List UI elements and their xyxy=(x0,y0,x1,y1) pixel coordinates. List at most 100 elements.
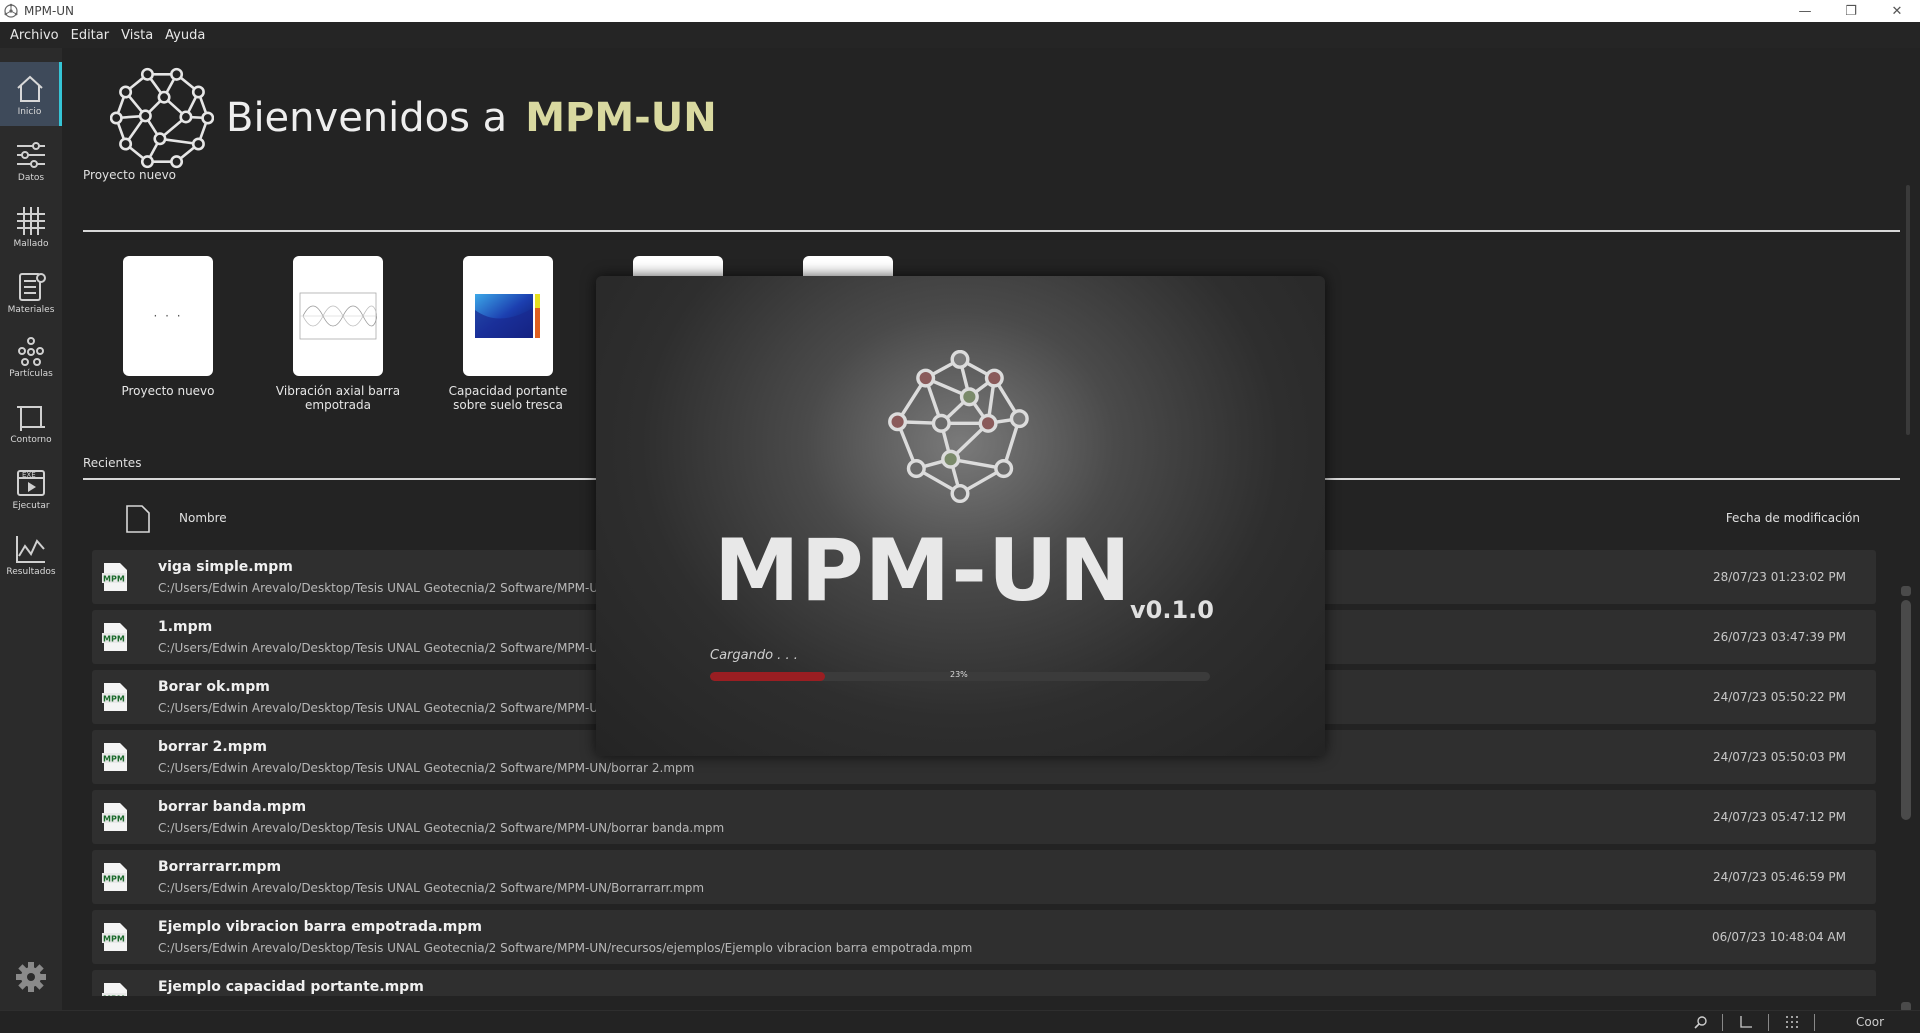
svg-text:MPM: MPM xyxy=(103,935,125,944)
mpm-file-icon: MPM xyxy=(102,743,127,771)
file-date: 24/07/23 05:46:59 PM xyxy=(1712,870,1846,884)
sidebar-item-contorno[interactable]: Contorno xyxy=(0,390,62,454)
menu-archivo[interactable]: Archivo xyxy=(4,28,65,43)
menu-vista[interactable]: Vista xyxy=(115,28,159,43)
file-path: C:/Users/Edwin Arevalo/Desktop/Tesis UNA… xyxy=(158,641,654,655)
file-name: Borar ok.mpm xyxy=(158,679,270,695)
splash-version: v0.1.0 xyxy=(1130,596,1214,624)
sidebar-item-ejecutar[interactable]: EXE Ejecutar xyxy=(0,456,62,520)
file-name: Borrarrarr.mpm xyxy=(158,859,282,875)
column-name[interactable]: Nombre xyxy=(179,511,227,525)
chart-icon xyxy=(16,535,45,563)
section-divider xyxy=(83,230,1900,232)
axes-icon[interactable] xyxy=(1735,1013,1757,1031)
minimize-button[interactable]: — xyxy=(1782,0,1828,22)
sidebar-item-inicio[interactable]: Inicio xyxy=(0,62,62,126)
file-path: C:/Users/Edwin Arevalo/Desktop/Tesis UNA… xyxy=(158,761,695,775)
status-bar: Coor xyxy=(0,1010,1920,1033)
exe-icon: EXE xyxy=(17,469,45,496)
app-logo-icon xyxy=(4,3,18,18)
recent-file-row[interactable]: MPM borrar banda.mpm C:/Users/Edwin Arev… xyxy=(92,790,1876,844)
sidebar-item-label: Contorno xyxy=(10,434,52,445)
template-vibracion-axial[interactable]: Vibración axial barra empotrada xyxy=(276,256,400,412)
brand-name: MPM-UN xyxy=(525,95,717,141)
file-date: 24/07/23 05:47:12 PM xyxy=(1712,810,1846,824)
grid-dots-icon[interactable] xyxy=(1781,1013,1803,1031)
status-separator xyxy=(1814,1014,1815,1031)
page-scrollbar[interactable] xyxy=(1906,185,1910,435)
svg-text:MPM: MPM xyxy=(103,815,125,824)
template-label: Capacidad portante sobre suelo tresca xyxy=(448,384,568,412)
svg-text:MPM: MPM xyxy=(103,995,125,997)
scroll-thumb[interactable] xyxy=(1901,600,1911,820)
loading-text: Cargando . . . xyxy=(710,648,798,663)
sidebar-item-resultados[interactable]: Resultados xyxy=(0,522,62,586)
maximize-button[interactable]: ❐ xyxy=(1828,0,1874,22)
sidebar-item-label: Partículas xyxy=(9,368,53,379)
file-name: Ejemplo capacidad portante.mpm xyxy=(158,979,424,995)
mpm-file-icon: MPM xyxy=(102,803,127,831)
zoom-icon[interactable] xyxy=(1690,1013,1712,1031)
recent-file-row[interactable]: MPM Ejemplo capacidad portante.mpm xyxy=(92,970,1876,996)
template-capacidad-portante[interactable]: Capacidad portante sobre suelo tresca xyxy=(449,256,567,412)
file-name: borrar 2.mpm xyxy=(158,739,267,755)
svg-text:MPM: MPM xyxy=(103,695,125,704)
status-separator xyxy=(1722,1014,1723,1031)
menu-bar: Archivo Editar Vista Ayuda xyxy=(0,22,1920,48)
particles-icon xyxy=(18,336,44,366)
recent-file-row[interactable]: MPM Ejemplo vibracion barra empotrada.mp… xyxy=(92,910,1876,964)
file-date: 26/07/23 03:47:39 PM xyxy=(1712,630,1846,644)
sidebar-item-particulas[interactable]: Partículas xyxy=(0,324,62,388)
recent-file-row[interactable]: MPM Borrarrarr.mpm C:/Users/Edwin Areval… xyxy=(92,850,1876,904)
svg-text:MPM: MPM xyxy=(103,575,125,584)
welcome-text: Bienvenidos a xyxy=(226,95,508,141)
menu-editar[interactable]: Editar xyxy=(65,28,116,43)
coordinates-label: Coor xyxy=(1856,1015,1884,1029)
gear-icon[interactable] xyxy=(14,960,48,994)
file-date: 28/07/23 01:23:02 PM xyxy=(1712,570,1846,584)
file-name: viga simple.mpm xyxy=(158,559,293,575)
sidebar-item-label: Resultados xyxy=(6,566,56,577)
sidebar-item-materiales[interactable]: Materiales xyxy=(0,260,62,324)
splash-screen: MPM-UN v0.1.0 Cargando . . . 23% xyxy=(596,276,1325,756)
sidebar-item-mallado[interactable]: Mallado xyxy=(0,194,62,258)
file-path: C:/Users/Edwin Arevalo/Desktop/Tesis UNA… xyxy=(158,821,725,835)
template-card[interactable] xyxy=(463,256,553,376)
menu-ayuda[interactable]: Ayuda xyxy=(159,28,211,43)
mpm-file-icon: MPM xyxy=(102,983,127,997)
template-thumbnail xyxy=(299,292,377,340)
sidebar-item-label: Mallado xyxy=(13,238,49,249)
new-project-title: Proyecto nuevo xyxy=(83,168,177,182)
list-scrollbar[interactable] xyxy=(1900,586,1912,1016)
file-date: 06/07/23 10:48:04 AM xyxy=(1712,930,1846,944)
sliders-icon xyxy=(17,141,45,168)
svg-text:MPM: MPM xyxy=(103,755,125,764)
scroll-up-button[interactable] xyxy=(1901,586,1911,596)
template-card[interactable] xyxy=(293,256,383,376)
network-logo-icon xyxy=(110,67,214,169)
sidebar-item-label: Ejecutar xyxy=(12,500,50,511)
file-name: 1.mpm xyxy=(158,619,213,635)
close-button[interactable]: ✕ xyxy=(1874,0,1920,22)
sidebar-item-datos[interactable]: Datos xyxy=(0,128,62,192)
template-card[interactable]: · · · xyxy=(123,256,213,376)
file-date: 24/07/23 05:50:22 PM xyxy=(1712,690,1846,704)
sidebar-item-label: Datos xyxy=(17,172,45,183)
file-date: 24/07/23 05:50:03 PM xyxy=(1712,750,1846,764)
progress-fill xyxy=(710,672,825,681)
sidebar-item-label: Inicio xyxy=(17,106,42,117)
file-name: borrar banda.mpm xyxy=(158,799,307,815)
file-name: Ejemplo vibracion barra empotrada.mpm xyxy=(158,919,482,935)
file-path: C:/Users/Edwin Arevalo/Desktop/Tesis UNA… xyxy=(158,881,705,895)
column-date[interactable]: Fecha de modificación xyxy=(1726,511,1860,525)
window-title: MPM-UN xyxy=(24,4,75,18)
template-thumbnail xyxy=(475,294,540,338)
title-bar: MPM-UN — ❐ ✕ xyxy=(0,0,1920,22)
mpm-file-icon: MPM xyxy=(102,923,127,951)
svg-text:MPM: MPM xyxy=(103,635,125,644)
sidebar-item-label: Materiales xyxy=(7,304,55,315)
status-separator xyxy=(1768,1014,1769,1031)
boundary-icon xyxy=(17,405,45,431)
home-icon xyxy=(16,75,43,102)
template-new-project[interactable]: · · · Proyecto nuevo xyxy=(121,256,215,398)
